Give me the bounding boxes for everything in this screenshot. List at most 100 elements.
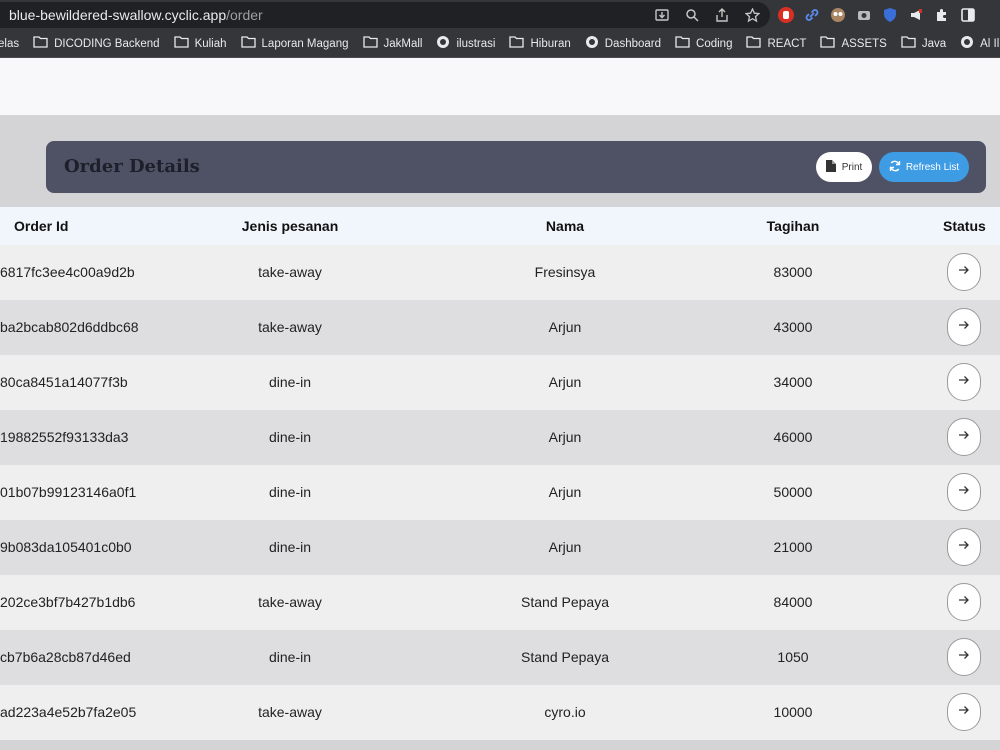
extensions-puzzle-icon[interactable]: [934, 7, 950, 23]
tagihan-cell: 50000: [773, 484, 813, 500]
bookmark-item[interactable]: Coding: [675, 36, 732, 51]
bookmark-item[interactable]: REACT: [746, 36, 806, 51]
table-header: Order Id Jenis pesanan Nama Tagihan Stat…: [0, 207, 1000, 245]
bookmark-item[interactable]: Java: [901, 36, 946, 51]
extension-red-hand-icon[interactable]: [778, 7, 794, 23]
tagihan-cell: 21000: [773, 539, 813, 555]
arrow-right-icon: [958, 263, 970, 281]
bookmark-item[interactable]: elas: [0, 38, 19, 50]
nama-cell: Arjun: [548, 484, 582, 500]
extension-camera-icon[interactable]: [856, 7, 872, 23]
status-arrow-button[interactable]: [947, 693, 981, 731]
status-arrow-button[interactable]: [947, 363, 981, 401]
jenis-pesanan-cell: take-away: [258, 264, 322, 280]
tagihan-cell: 1050: [777, 649, 809, 665]
column-header-order-id: Order Id: [14, 218, 69, 234]
order-id-cell: 80ca8451a14077f3b: [0, 374, 128, 390]
order-id-cell: 19882552f93133da3: [0, 429, 129, 445]
jenis-pesanan-cell: dine-in: [268, 484, 312, 500]
refresh-icon: [889, 160, 901, 175]
nama-cell: Arjun: [548, 429, 582, 445]
side-panel-icon[interactable]: [960, 7, 976, 23]
bookmark-item[interactable]: JakMall: [362, 36, 422, 51]
jenis-pesanan-cell: dine-in: [268, 539, 312, 555]
arrow-right-icon: [958, 538, 970, 556]
table-row: 19882552f93133da3 dine-in Arjun 46000: [0, 410, 1000, 465]
jenis-pesanan-cell: dine-in: [268, 429, 312, 445]
column-header-jenis: Jenis pesanan: [241, 218, 339, 234]
bookmark-item[interactable]: ASSETS: [820, 36, 887, 51]
bookmark-label: ASSETS: [841, 37, 887, 50]
arrow-right-icon: [958, 318, 970, 336]
table-row: 01b07b99123146a0f1 dine-in Arjun 50000: [0, 465, 1000, 520]
order-id-cell: cb7b6a28cb87d46ed: [0, 649, 131, 665]
site-icon: [960, 35, 974, 52]
bookmark-star-icon[interactable]: [744, 7, 760, 23]
bookmark-item[interactable]: Hiburan: [509, 36, 571, 51]
status-arrow-button[interactable]: [947, 308, 981, 346]
bookmark-label: DICODING Backend: [54, 37, 160, 50]
bookmark-item[interactable]: Laporan Magang: [240, 36, 349, 51]
status-arrow-button[interactable]: [947, 418, 981, 456]
bookmark-label: Laporan Magang: [261, 37, 349, 50]
address-bar[interactable]: blue-bewildered-swallow.cyclic.app/order: [0, 2, 770, 28]
jenis-pesanan-cell: take-away: [258, 594, 322, 610]
extension-link-icon[interactable]: [804, 7, 820, 23]
install-icon[interactable]: [654, 7, 670, 23]
print-button[interactable]: Print: [816, 152, 872, 182]
nama-cell: Arjun: [548, 374, 582, 390]
column-header-status: Status: [943, 218, 986, 234]
table-row: 80ca8451a14077f3b dine-in Arjun 34000: [0, 355, 1000, 410]
zoom-icon[interactable]: [684, 7, 700, 23]
bookmark-label: Coding: [696, 37, 733, 50]
status-arrow-button[interactable]: [947, 583, 981, 621]
arrow-right-icon: [958, 648, 970, 666]
table-row: 202ce3bf7b427b1db6 take-away Stand Pepaya 8…: [0, 575, 1000, 630]
nama-cell: Arjun: [548, 319, 582, 335]
order-id-cell: 202ce3bf7b427b1db6: [0, 594, 136, 610]
jenis-pesanan-cell: dine-in: [268, 649, 312, 665]
order-id-cell: 9b083da105401c0b0: [0, 539, 132, 555]
arrow-right-icon: [958, 703, 970, 721]
bookmark-label: ilustrasi: [456, 37, 496, 50]
order-id-cell: ba2bcab802d6ddbc68: [0, 319, 139, 335]
browser-toolbar: blue-bewildered-swallow.cyclic.app/order: [0, 0, 1000, 30]
orders-table: Order Id Jenis pesanan Nama Tagihan Stat…: [0, 207, 1000, 740]
bookmark-item[interactable]: Al Ilmu (B: [960, 35, 1000, 52]
extension-owl-icon[interactable]: [830, 7, 846, 23]
table-row: 6817fc3ee4c00a9d2b take-away Fresinsya 8300…: [0, 245, 1000, 300]
status-arrow-button[interactable]: [947, 253, 981, 291]
bookmark-label: Java: [921, 37, 947, 50]
arrow-right-icon: [958, 593, 970, 611]
order-id-cell: 6817fc3ee4c00a9d2b: [0, 264, 135, 280]
status-arrow-button[interactable]: [947, 638, 981, 676]
jenis-pesanan-cell: take-away: [258, 704, 322, 720]
bookmark-item[interactable]: ilustrasi: [436, 35, 495, 52]
nama-cell: Stand Pepaya: [521, 594, 609, 610]
navbar-area: [0, 58, 1000, 115]
folder-icon: [901, 36, 916, 51]
folder-icon: [746, 36, 762, 51]
bookmark-item[interactable]: Kuliah: [173, 36, 227, 51]
extension-shield-icon[interactable]: [882, 7, 898, 23]
share-icon[interactable]: [714, 7, 730, 23]
site-icon: [436, 35, 450, 52]
refresh-list-button[interactable]: Refresh List: [879, 152, 969, 182]
folder-icon: [509, 36, 525, 51]
page-title: Order Details: [64, 156, 200, 177]
status-arrow-button[interactable]: [947, 473, 981, 511]
folder-icon: [675, 36, 690, 51]
jenis-pesanan-cell: dine-in: [268, 374, 312, 390]
tagihan-cell: 43000: [773, 319, 813, 335]
print-label: Print: [841, 161, 863, 173]
folder-icon: [362, 36, 378, 51]
bookmark-item[interactable]: DICODING Backend: [33, 36, 160, 51]
extension-megaphone-icon[interactable]: [908, 7, 924, 23]
order-id-cell: ad223a4e52b7fa2e05: [0, 704, 137, 720]
column-header-nama: Nama: [545, 218, 585, 234]
bookmark-item[interactable]: Dashboard: [585, 35, 661, 52]
status-arrow-button[interactable]: [947, 528, 981, 566]
bookmarks-bar: elas DICODING Backend Kuliah Laporan Magang…: [0, 30, 1000, 58]
bookmark-label: REACT: [767, 37, 807, 50]
order-details-header: Order Details Print Refresh List: [46, 141, 986, 193]
